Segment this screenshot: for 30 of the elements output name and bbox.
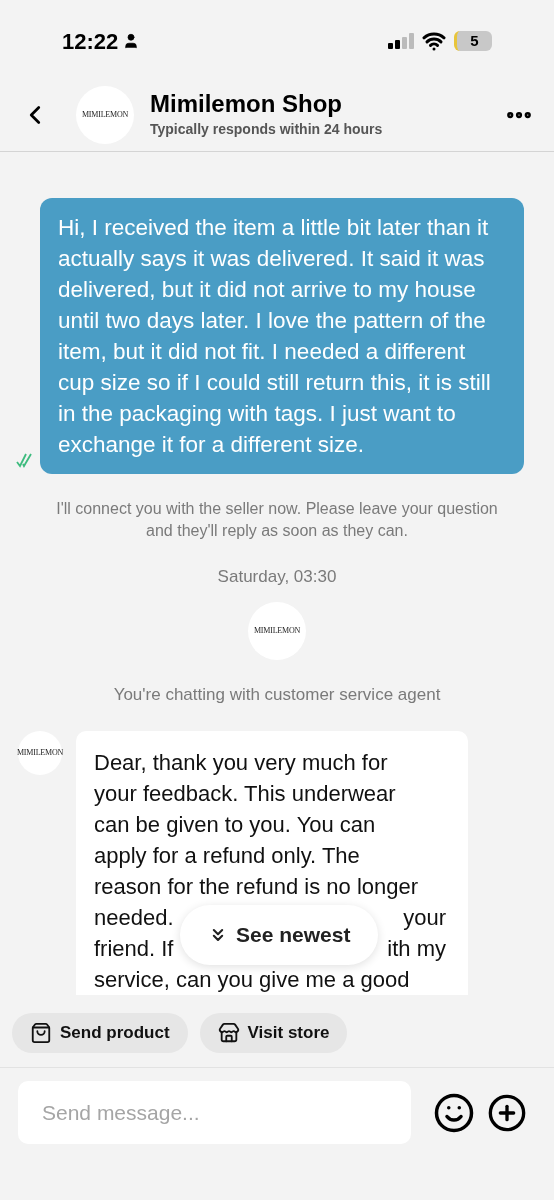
see-newest-button[interactable]: See newest	[180, 905, 379, 965]
system-note: I'll connect you with the seller now. Please leave your question and they'll reply as soon as they can.	[55, 499, 499, 541]
battery-icon: 5	[454, 31, 492, 51]
logo-avatar: MIMILEMON	[248, 601, 306, 660]
message-line: can be given to you. You can	[94, 811, 376, 839]
message-line: ith my	[387, 935, 446, 963]
bag-icon	[30, 1022, 52, 1044]
timestamp: Saturday, 03:30	[216, 566, 338, 588]
logo-avatar: MIMILEMON	[76, 85, 134, 144]
sent-message: Hi, I received the item a little bit later than it actually says it was delivered. It said it was delivered, but it did not arrive to my house until two days later. I love the pattern of the item, but it did not fit. I needed a different cup size so if I could still return this, it is still in the packaging with tags. I just want to exchange it for a different size.	[40, 198, 524, 474]
status-time: 12:22	[62, 27, 119, 56]
message-line: service, can you give me a good	[94, 966, 410, 994]
response-time: Typically responds within 24 hours	[150, 120, 384, 139]
message-line: your	[403, 904, 446, 932]
agent-note: You're chatting with customer service agent	[112, 683, 442, 706]
message-input[interactable]: Send message...	[18, 1081, 411, 1144]
message-line: apply for a refund only. The	[94, 842, 360, 870]
action-chip[interactable]: Send product	[12, 1013, 188, 1053]
message-line: friend. If	[94, 935, 174, 963]
signal-icon	[388, 33, 414, 49]
message-line: needed.	[94, 904, 174, 932]
action-chip[interactable]: Visit store	[199, 1013, 348, 1053]
store-icon	[217, 1022, 240, 1044]
add-icon[interactable]	[487, 1092, 527, 1133]
message-line: Dear, thank you very much for	[94, 749, 388, 777]
emoji-icon[interactable]	[433, 1091, 475, 1134]
message-line: your feedback. This underwear	[94, 780, 396, 808]
shop-name: Mimilemon Shop	[150, 89, 343, 119]
logo-avatar: MIMILEMON	[18, 731, 62, 775]
message-line: reason for the refund is no longer	[94, 873, 419, 901]
